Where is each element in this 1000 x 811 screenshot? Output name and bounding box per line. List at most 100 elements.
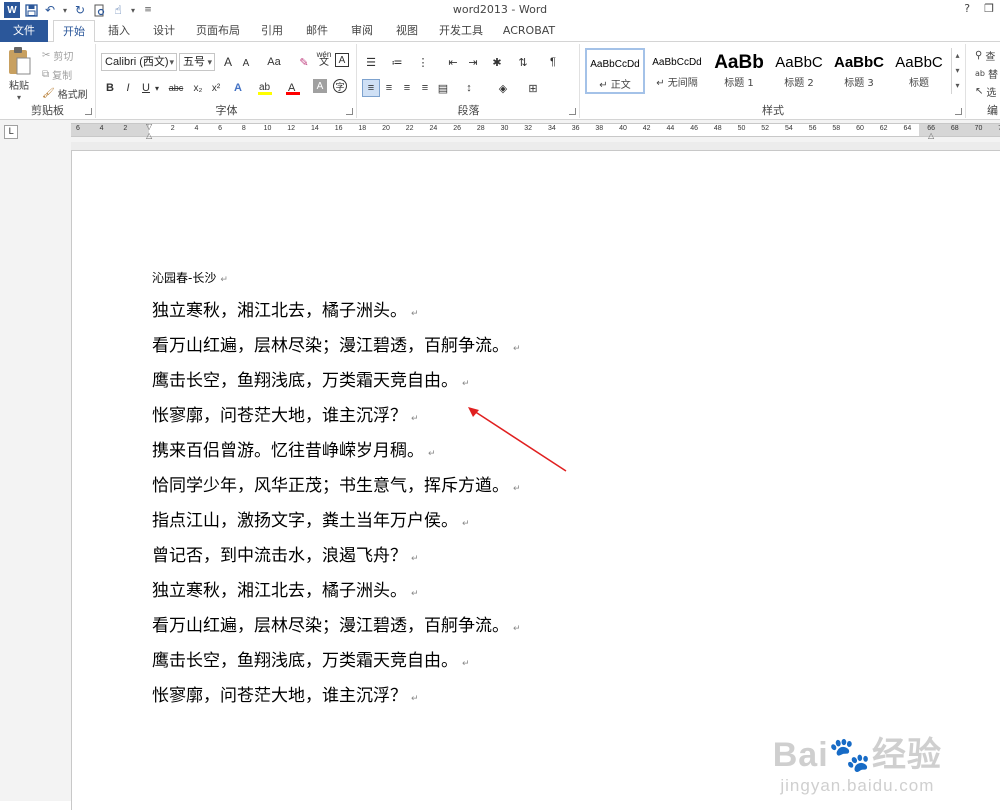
paragraph-launcher-icon[interactable] [569,108,576,115]
paste-button[interactable]: 粘贴 ▾ [6,46,32,102]
styles-launcher-icon[interactable] [955,108,962,115]
find-icon: ⚲ [975,50,983,61]
select-icon: ↖ [975,86,984,97]
style-name: 标题 2 [784,78,814,89]
cut-button[interactable]: ✂ 剪切 [42,48,73,63]
scissors-icon: ✂ [42,50,51,61]
tab-mailings[interactable]: 邮件 [298,20,336,42]
style-heading-3[interactable]: AaBbC 标题 3 [829,48,889,94]
styles-scroll[interactable]: ▴ ▾ ▾ [951,48,963,94]
style-title[interactable]: AaBbC 标题 [889,48,949,94]
horizontal-ruler[interactable]: ▽ △ △ 6 4 2 2 4 6 8 10 12 14 16 18 20 22 24 26 28 30 32 34 3… [71,122,1000,140]
style-normal[interactable]: AaBbCcDd ↵ 正文 [585,48,645,94]
character-border-icon[interactable]: A [335,53,349,67]
copy-button[interactable]: ⧉ 复制 [42,67,72,82]
first-line-indent-marker[interactable]: ▽ [146,122,152,131]
phonetic-guide-button[interactable]: wén 文 [315,50,333,68]
sort-icon[interactable]: ⇅ [514,53,532,71]
tab-design[interactable]: 设计 [145,20,183,42]
ruler-tick: 70 [974,125,983,132]
ruler-tick: 42 [642,125,651,132]
font-size-select[interactable]: 五号 [179,53,215,71]
subscript-icon[interactable]: x₂ [189,79,207,97]
tab-page-layout[interactable]: 页面布局 [190,20,246,42]
find-label: 查 [985,52,996,63]
multilevel-list-icon[interactable]: ⋮ [414,53,432,71]
tab-developer[interactable]: 开发工具 [433,20,489,42]
borders-icon[interactable]: ⊞ [524,79,542,97]
shrink-font-button[interactable]: A [237,54,255,72]
ribbon-tabs: 文件 开始 插入 设计 页面布局 引用 邮件 审阅 视图 开发工具 ACROBA… [0,20,1000,43]
clipboard-group-label: 剪贴板 [31,104,64,117]
strikethrough-icon[interactable]: abc [165,79,187,97]
tab-file[interactable]: 文件 [0,20,48,42]
ruler-tick: 52 [761,125,770,132]
italic-icon[interactable]: I [119,79,137,97]
tab-acrobat[interactable]: ACROBAT [496,20,562,42]
character-shading-icon[interactable]: A [313,79,327,93]
align-center-icon[interactable]: ≡ [380,79,398,97]
font-group: Calibri (西文) 五号 A A Aa ✎ wén文 A B I U ▾ … [97,44,357,118]
title-bar: W ↶ ▾ ↻ ☝ ▾ ≡ word2013 - Word ? ❐ [0,0,1000,20]
tab-references[interactable]: 引用 [253,20,291,42]
shading-icon[interactable]: ◈ [494,79,512,97]
justify-icon[interactable]: ≡ [416,79,434,97]
ruler-tick: 2 [123,125,128,132]
style-name: 标题 1 [724,78,754,89]
ruler-tick: 46 [690,125,698,132]
align-left-icon[interactable]: ≡ [362,79,380,97]
clipboard-launcher-icon[interactable] [85,108,92,115]
tab-view[interactable]: 视图 [388,20,426,42]
hanging-indent-marker[interactable]: △ [146,131,152,140]
decrease-indent-icon[interactable]: ⇤ [444,53,462,71]
font-color-button[interactable]: A [283,79,305,97]
tab-selector[interactable]: L [4,125,18,139]
style-no-spacing[interactable]: AaBbCcDd ↵ 无间隔 [647,48,707,94]
ruler-tick: 48 [713,125,722,132]
grow-font-button[interactable]: A [219,53,237,71]
paste-dropdown-icon[interactable]: ▾ [17,93,21,102]
show-marks-icon[interactable]: ¶ [544,53,562,71]
numbering-icon[interactable]: ≔ [388,53,406,71]
tab-review[interactable]: 审阅 [343,20,381,42]
ruler-tick: 60 [856,125,864,132]
superscript-icon[interactable]: x² [207,79,225,97]
tab-insert[interactable]: 插入 [100,20,138,42]
font-launcher-icon[interactable] [346,108,353,115]
help-button[interactable]: ? [964,2,970,15]
document-page[interactable]: 沁园春-长沙 ↵ 独立寒秋，湘江北去，橘子洲头。 ↵ 看万山红遍，层林尽染；漫江碧透，… [71,150,1000,810]
ruler-tick: 44 [666,125,675,132]
text-effects-icon[interactable]: A [229,79,247,97]
font-name-select[interactable]: Calibri (西文) [101,53,177,71]
enclose-characters-icon[interactable]: 字 [333,79,347,93]
increase-indent-icon[interactable]: ⇥ [464,53,482,71]
svg-text:ab: ab [259,82,271,93]
ruler-tick: 54 [784,125,793,132]
editing-group-label: 编 [987,104,998,117]
restore-button[interactable]: ❐ [984,2,994,15]
distributed-icon[interactable]: ▤ [434,79,452,97]
style-heading-2[interactable]: AaBbC 标题 2 [769,48,829,94]
highlight-color-button[interactable]: ab [255,79,279,97]
underline-dropdown-icon[interactable]: ▾ [152,79,162,97]
clear-format-icon[interactable]: ✎ [295,53,313,71]
select-button[interactable]: ↖ 选 [975,84,996,99]
phonetic-char-icon: 文 [319,57,329,68]
change-case-button[interactable]: Aa [261,53,287,71]
right-indent-marker[interactable]: △ [928,131,934,140]
find-button[interactable]: ⚲ 查 [975,48,995,63]
style-heading-1[interactable]: AaBb 标题 1 [709,48,769,94]
replace-button[interactable]: ab 替 [975,66,998,81]
clipboard-group: 粘贴 ▾ ✂ 剪切 ⧉ 复制 🖌 格式刷 剪贴板 [0,44,96,118]
bold-icon[interactable]: B [101,79,119,97]
bullets-icon[interactable]: ☰ [362,53,380,71]
style-sample: AaBb [714,52,764,73]
styles-group: AaBbCcDd ↵ 正文 AaBbCcDd ↵ 无间隔 AaBb 标题 1 A… [581,44,966,118]
format-painter-button[interactable]: 🖌 格式刷 [42,86,88,101]
tab-home[interactable]: 开始 [53,20,95,43]
align-right-icon[interactable]: ≡ [398,79,416,97]
chinese-layout-icon[interactable]: ✱ [488,53,506,71]
ruler-tick: 10 [263,125,272,132]
ruler-tick: 14 [310,125,319,132]
line-spacing-icon[interactable]: ↕ [460,79,478,97]
